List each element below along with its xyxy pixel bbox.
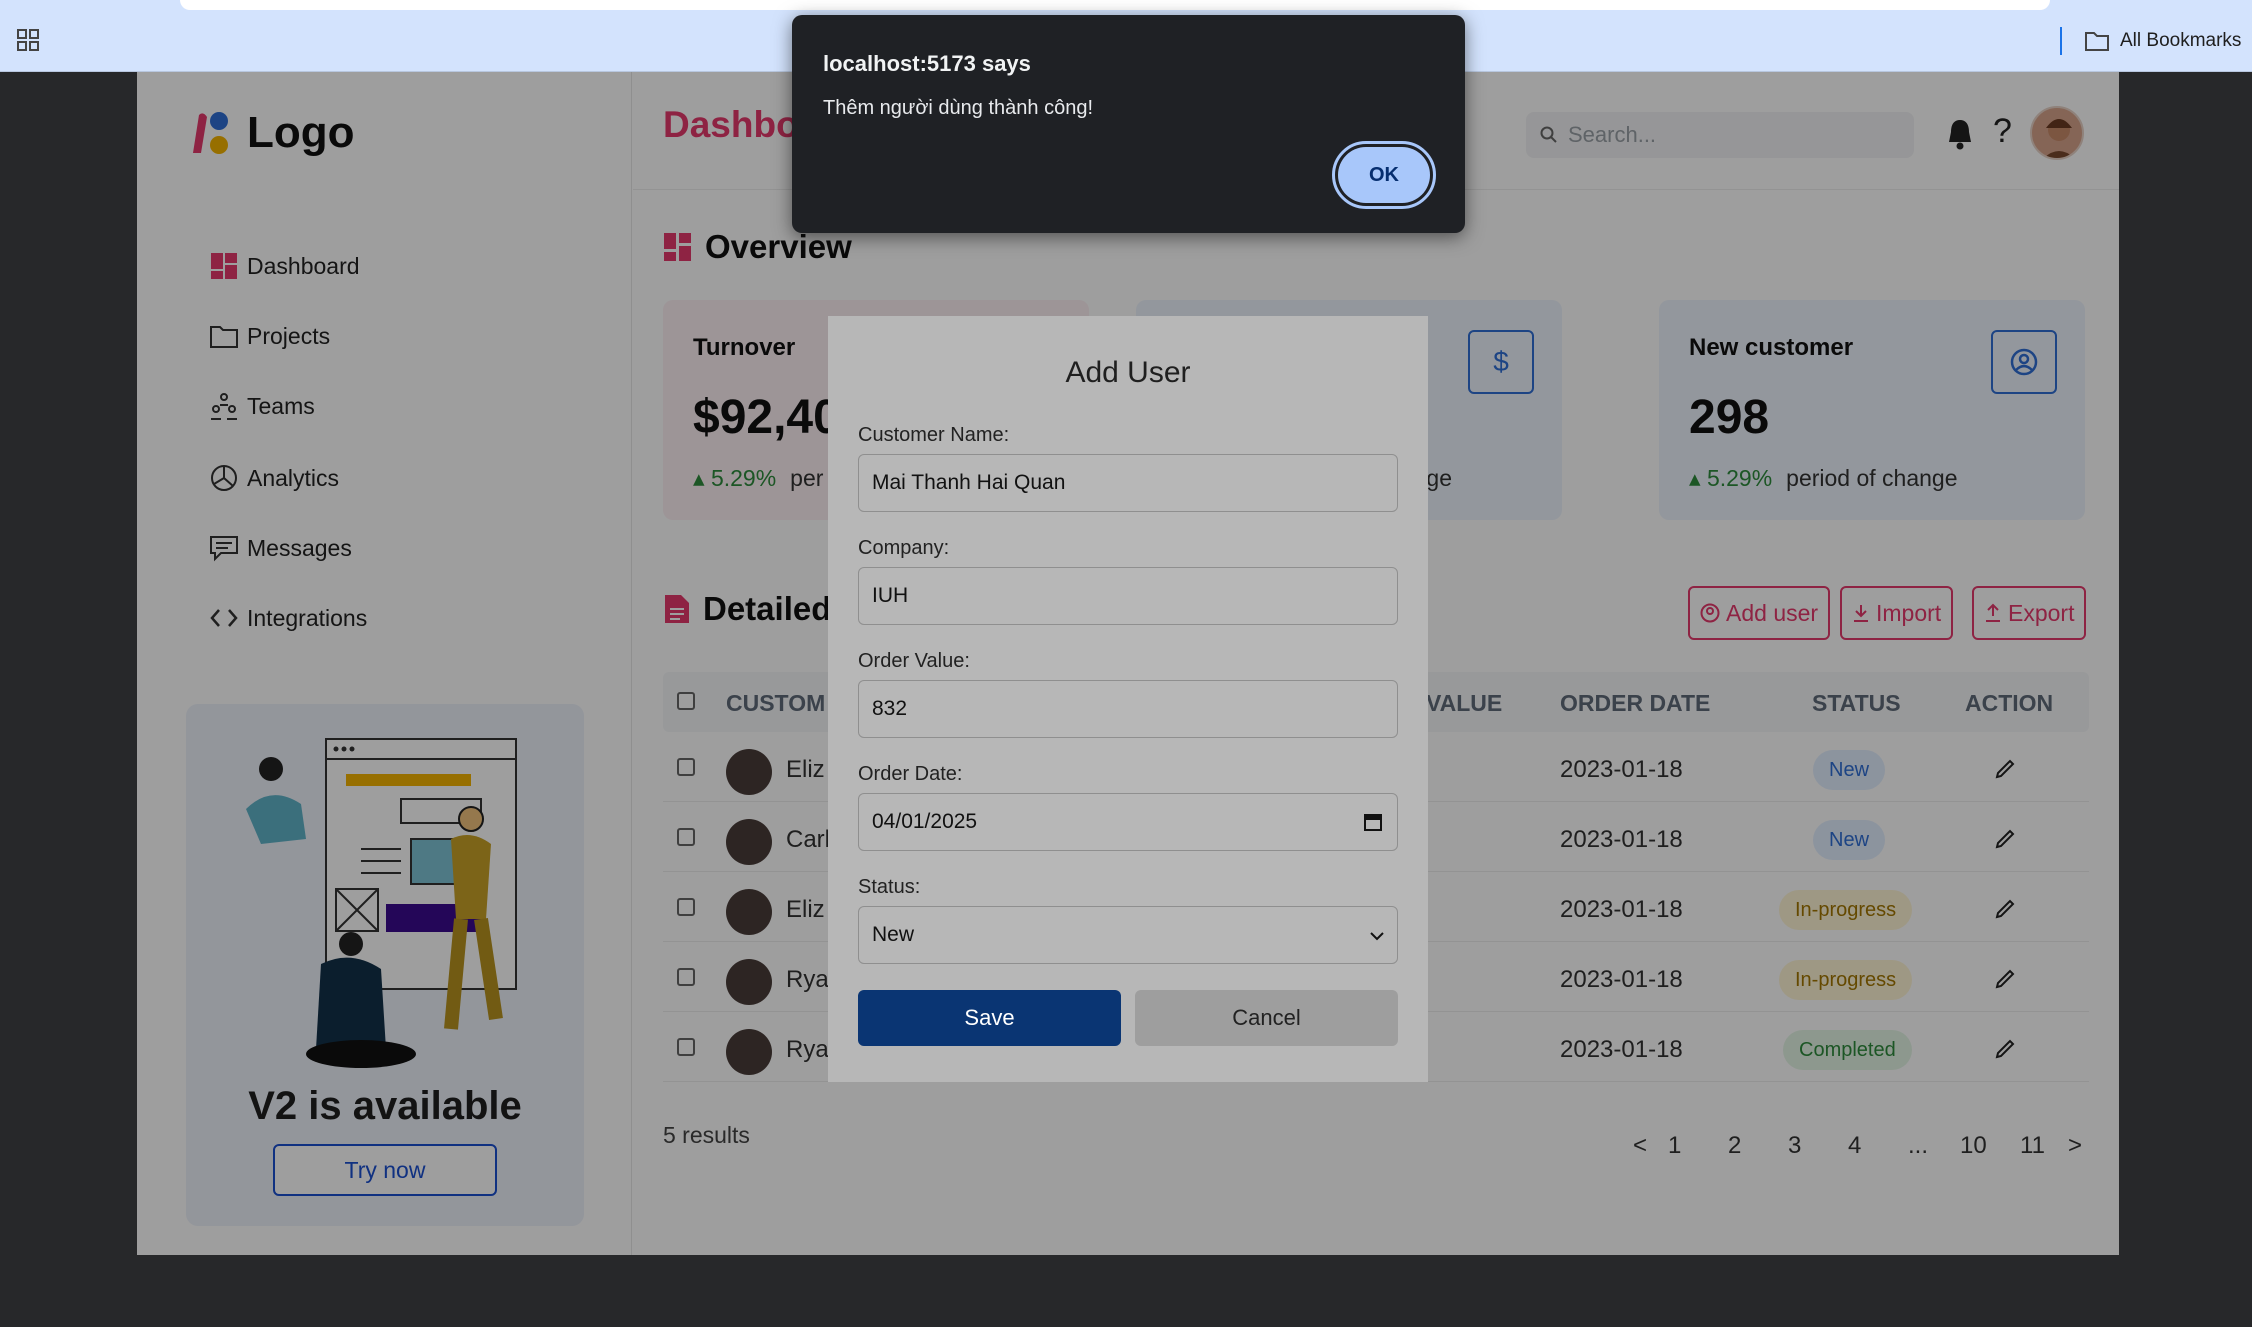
- alert-ok-button[interactable]: OK: [1332, 141, 1436, 209]
- address-bar[interactable]: [180, 0, 2050, 10]
- cancel-button[interactable]: Cancel: [1135, 990, 1398, 1046]
- company-field[interactable]: IUH: [858, 567, 1398, 625]
- order-value-field[interactable]: 832: [858, 680, 1398, 738]
- customer-name-label: Customer Name:: [858, 424, 1010, 446]
- company-label: Company:: [858, 537, 950, 559]
- chevron-down-icon: [1370, 932, 1384, 941]
- browser-alert-dialog: localhost:5173 says Thêm người dùng thàn…: [792, 15, 1465, 233]
- bookmarks-separator: [2060, 27, 2062, 55]
- status-label: Status:: [858, 876, 921, 898]
- order-date-value: 04/01/2025: [872, 810, 978, 833]
- company-value: IUH: [872, 584, 909, 607]
- customer-name-field[interactable]: Mai Thanh Hai Quan: [858, 454, 1398, 512]
- all-bookmarks-label: All Bookmarks: [2120, 30, 2242, 51]
- customer-name-value: Mai Thanh Hai Quan: [872, 471, 1066, 494]
- calendar-icon[interactable]: [1363, 812, 1383, 832]
- all-bookmarks-button[interactable]: All Bookmarks: [2084, 28, 2241, 54]
- save-button[interactable]: Save: [858, 990, 1121, 1046]
- folder-icon: [2085, 32, 2109, 51]
- order-date-field[interactable]: 04/01/2025: [858, 793, 1398, 851]
- status-selected-value: New: [872, 923, 915, 946]
- add-user-modal: Add User Customer Name: Mai Thanh Hai Qu…: [828, 316, 1428, 1082]
- order-value-label: Order Value:: [858, 650, 970, 672]
- order-value-value: 832: [872, 697, 908, 720]
- modal-title: Add User: [1065, 356, 1191, 389]
- apps-grid-icon[interactable]: [16, 28, 40, 52]
- alert-title: localhost:5173 says: [823, 51, 1031, 76]
- order-date-label: Order Date:: [858, 763, 963, 785]
- alert-message: Thêm người dùng thành công!: [823, 97, 1094, 119]
- status-select[interactable]: New: [858, 906, 1398, 964]
